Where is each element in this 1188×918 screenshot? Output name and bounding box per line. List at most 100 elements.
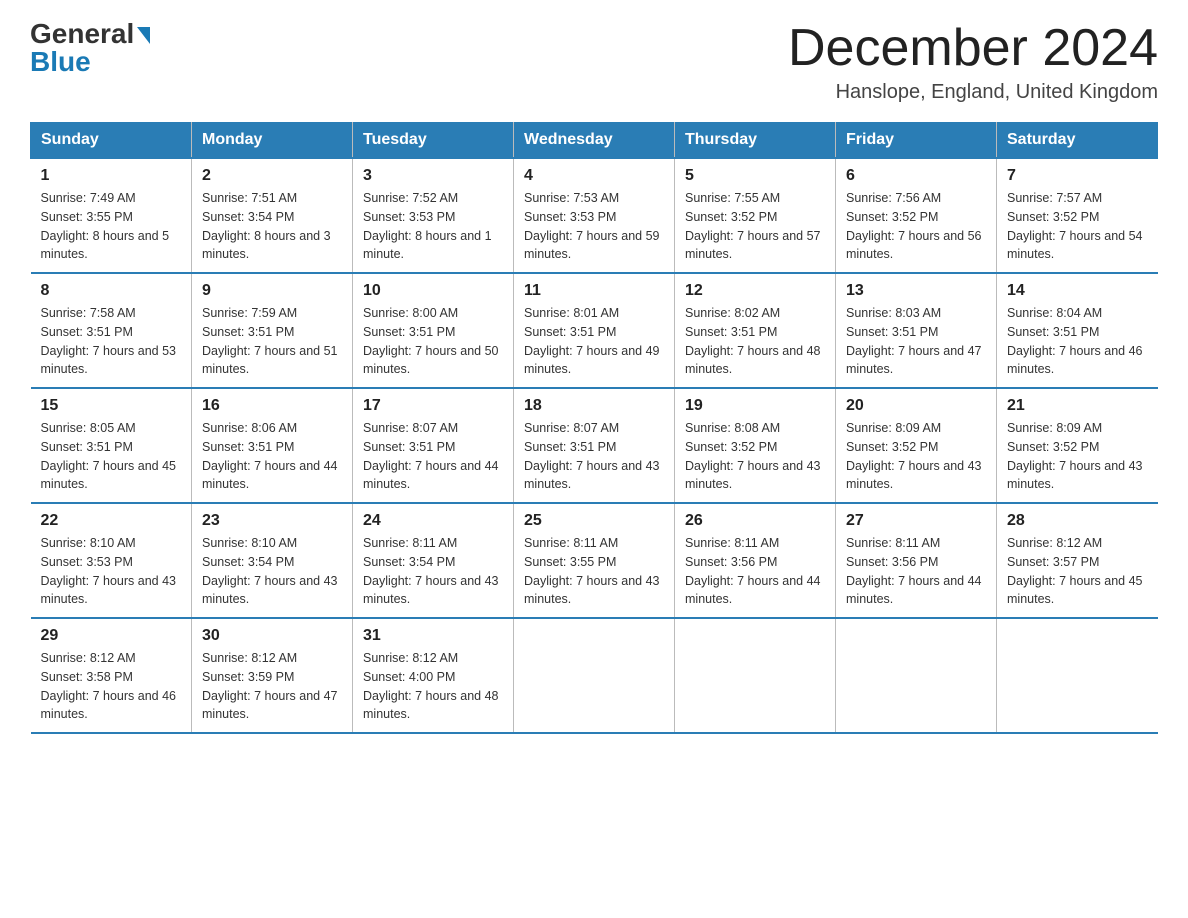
calendar-cell: 5 Sunrise: 7:55 AMSunset: 3:52 PMDayligh…	[675, 158, 836, 273]
calendar-cell: 20 Sunrise: 8:09 AMSunset: 3:52 PMDaylig…	[836, 388, 997, 503]
day-info: Sunrise: 7:52 AMSunset: 3:53 PMDaylight:…	[363, 191, 492, 261]
day-info: Sunrise: 7:51 AMSunset: 3:54 PMDaylight:…	[202, 191, 331, 261]
calendar-cell	[836, 618, 997, 733]
day-number: 19	[685, 397, 825, 415]
day-info: Sunrise: 7:49 AMSunset: 3:55 PMDaylight:…	[41, 191, 170, 261]
day-info: Sunrise: 8:11 AMSunset: 3:56 PMDaylight:…	[685, 536, 821, 606]
month-title: December 2024	[788, 20, 1158, 77]
day-info: Sunrise: 7:59 AMSunset: 3:51 PMDaylight:…	[202, 306, 338, 376]
day-info: Sunrise: 8:12 AMSunset: 3:59 PMDaylight:…	[202, 651, 338, 721]
day-info: Sunrise: 8:11 AMSunset: 3:54 PMDaylight:…	[363, 536, 499, 606]
day-info: Sunrise: 8:00 AMSunset: 3:51 PMDaylight:…	[363, 306, 499, 376]
day-number: 22	[41, 512, 182, 530]
location: Hanslope, England, United Kingdom	[788, 81, 1158, 104]
calendar-cell: 17 Sunrise: 8:07 AMSunset: 3:51 PMDaylig…	[353, 388, 514, 503]
day-header-thursday: Thursday	[675, 123, 836, 159]
calendar-cell: 10 Sunrise: 8:00 AMSunset: 3:51 PMDaylig…	[353, 273, 514, 388]
day-number: 21	[1007, 397, 1148, 415]
calendar-cell: 30 Sunrise: 8:12 AMSunset: 3:59 PMDaylig…	[192, 618, 353, 733]
day-info: Sunrise: 8:12 AMSunset: 4:00 PMDaylight:…	[363, 651, 499, 721]
day-info: Sunrise: 8:10 AMSunset: 3:54 PMDaylight:…	[202, 536, 338, 606]
day-info: Sunrise: 8:06 AMSunset: 3:51 PMDaylight:…	[202, 421, 338, 491]
day-number: 18	[524, 397, 664, 415]
calendar-cell: 13 Sunrise: 8:03 AMSunset: 3:51 PMDaylig…	[836, 273, 997, 388]
calendar-cell: 6 Sunrise: 7:56 AMSunset: 3:52 PMDayligh…	[836, 158, 997, 273]
day-number: 26	[685, 512, 825, 530]
day-info: Sunrise: 8:01 AMSunset: 3:51 PMDaylight:…	[524, 306, 660, 376]
calendar-cell: 21 Sunrise: 8:09 AMSunset: 3:52 PMDaylig…	[997, 388, 1158, 503]
day-number: 4	[524, 167, 664, 185]
day-number: 6	[846, 167, 986, 185]
day-info: Sunrise: 8:04 AMSunset: 3:51 PMDaylight:…	[1007, 306, 1143, 376]
day-number: 29	[41, 627, 182, 645]
calendar-cell: 24 Sunrise: 8:11 AMSunset: 3:54 PMDaylig…	[353, 503, 514, 618]
day-number: 23	[202, 512, 342, 530]
day-info: Sunrise: 7:57 AMSunset: 3:52 PMDaylight:…	[1007, 191, 1143, 261]
day-number: 20	[846, 397, 986, 415]
day-number: 11	[524, 282, 664, 300]
calendar-week-row: 29 Sunrise: 8:12 AMSunset: 3:58 PMDaylig…	[31, 618, 1158, 733]
day-info: Sunrise: 7:58 AMSunset: 3:51 PMDaylight:…	[41, 306, 177, 376]
day-header-friday: Friday	[836, 123, 997, 159]
day-number: 28	[1007, 512, 1148, 530]
day-info: Sunrise: 8:10 AMSunset: 3:53 PMDaylight:…	[41, 536, 177, 606]
calendar-cell	[514, 618, 675, 733]
page-header: General Blue December 2024 Hanslope, Eng…	[30, 20, 1158, 104]
logo: General Blue	[30, 20, 150, 78]
day-info: Sunrise: 8:11 AMSunset: 3:56 PMDaylight:…	[846, 536, 982, 606]
days-header-row: SundayMondayTuesdayWednesdayThursdayFrid…	[31, 123, 1158, 159]
calendar-cell: 19 Sunrise: 8:08 AMSunset: 3:52 PMDaylig…	[675, 388, 836, 503]
day-info: Sunrise: 8:09 AMSunset: 3:52 PMDaylight:…	[846, 421, 982, 491]
calendar-cell: 12 Sunrise: 8:02 AMSunset: 3:51 PMDaylig…	[675, 273, 836, 388]
calendar-cell: 16 Sunrise: 8:06 AMSunset: 3:51 PMDaylig…	[192, 388, 353, 503]
day-number: 24	[363, 512, 503, 530]
calendar-cell: 14 Sunrise: 8:04 AMSunset: 3:51 PMDaylig…	[997, 273, 1158, 388]
day-number: 16	[202, 397, 342, 415]
day-number: 14	[1007, 282, 1148, 300]
day-number: 31	[363, 627, 503, 645]
day-number: 17	[363, 397, 503, 415]
day-number: 9	[202, 282, 342, 300]
day-header-wednesday: Wednesday	[514, 123, 675, 159]
calendar-cell: 26 Sunrise: 8:11 AMSunset: 3:56 PMDaylig…	[675, 503, 836, 618]
day-number: 15	[41, 397, 182, 415]
day-header-saturday: Saturday	[997, 123, 1158, 159]
day-header-tuesday: Tuesday	[353, 123, 514, 159]
day-info: Sunrise: 7:55 AMSunset: 3:52 PMDaylight:…	[685, 191, 821, 261]
logo-text: General	[30, 20, 150, 48]
day-number: 3	[363, 167, 503, 185]
calendar-week-row: 15 Sunrise: 8:05 AMSunset: 3:51 PMDaylig…	[31, 388, 1158, 503]
calendar-cell: 2 Sunrise: 7:51 AMSunset: 3:54 PMDayligh…	[192, 158, 353, 273]
day-number: 30	[202, 627, 342, 645]
day-number: 1	[41, 167, 182, 185]
day-number: 25	[524, 512, 664, 530]
day-header-sunday: Sunday	[31, 123, 192, 159]
calendar-cell	[675, 618, 836, 733]
title-block: December 2024 Hanslope, England, United …	[788, 20, 1158, 104]
day-header-monday: Monday	[192, 123, 353, 159]
day-info: Sunrise: 8:07 AMSunset: 3:51 PMDaylight:…	[524, 421, 660, 491]
day-number: 8	[41, 282, 182, 300]
day-info: Sunrise: 8:08 AMSunset: 3:52 PMDaylight:…	[685, 421, 821, 491]
day-number: 12	[685, 282, 825, 300]
day-info: Sunrise: 8:09 AMSunset: 3:52 PMDaylight:…	[1007, 421, 1143, 491]
calendar-cell	[997, 618, 1158, 733]
calendar-cell: 8 Sunrise: 7:58 AMSunset: 3:51 PMDayligh…	[31, 273, 192, 388]
day-info: Sunrise: 8:03 AMSunset: 3:51 PMDaylight:…	[846, 306, 982, 376]
day-number: 13	[846, 282, 986, 300]
calendar-cell: 15 Sunrise: 8:05 AMSunset: 3:51 PMDaylig…	[31, 388, 192, 503]
day-info: Sunrise: 7:53 AMSunset: 3:53 PMDaylight:…	[524, 191, 660, 261]
calendar-cell: 1 Sunrise: 7:49 AMSunset: 3:55 PMDayligh…	[31, 158, 192, 273]
calendar-cell: 28 Sunrise: 8:12 AMSunset: 3:57 PMDaylig…	[997, 503, 1158, 618]
day-number: 10	[363, 282, 503, 300]
calendar-cell: 29 Sunrise: 8:12 AMSunset: 3:58 PMDaylig…	[31, 618, 192, 733]
calendar-cell: 31 Sunrise: 8:12 AMSunset: 4:00 PMDaylig…	[353, 618, 514, 733]
logo-line2: Blue	[30, 46, 91, 78]
day-number: 5	[685, 167, 825, 185]
calendar-cell: 7 Sunrise: 7:57 AMSunset: 3:52 PMDayligh…	[997, 158, 1158, 273]
calendar-cell: 27 Sunrise: 8:11 AMSunset: 3:56 PMDaylig…	[836, 503, 997, 618]
calendar-cell: 22 Sunrise: 8:10 AMSunset: 3:53 PMDaylig…	[31, 503, 192, 618]
day-number: 27	[846, 512, 986, 530]
day-info: Sunrise: 8:12 AMSunset: 3:58 PMDaylight:…	[41, 651, 177, 721]
calendar-cell: 11 Sunrise: 8:01 AMSunset: 3:51 PMDaylig…	[514, 273, 675, 388]
